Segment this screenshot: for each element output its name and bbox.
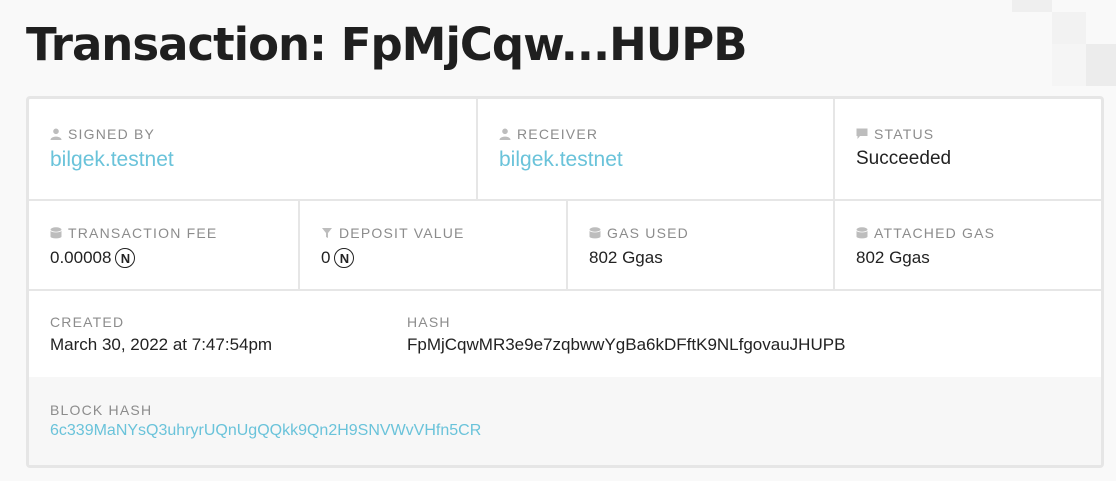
background-decoration xyxy=(1052,44,1086,86)
attached-gas-label: ATTACHED GAS xyxy=(874,225,996,241)
user-icon xyxy=(50,128,62,140)
gas-used-cell: GAS USED 802 Ggas xyxy=(568,199,835,289)
row-created-hash: CREATED March 30, 2022 at 7:47:54pm HASH… xyxy=(29,289,1101,377)
status-label: STATUS xyxy=(874,126,935,142)
user-icon xyxy=(499,128,511,140)
transaction-details-card: SIGNED BY bilgek.testnet RECEIVER bilgek… xyxy=(26,96,1104,468)
block-hash-label: BLOCK HASH xyxy=(50,402,153,418)
page-title: Transaction: FpMjCqw...HUPB xyxy=(26,18,748,71)
near-token-icon: N xyxy=(115,248,136,268)
transaction-fee-label: TRANSACTION FEE xyxy=(68,225,218,241)
row-block-hash: BLOCK HASH 6c339MaNYsQ3uhryrUQnUgQQkk9Qn… xyxy=(29,377,1101,465)
status-value: Succeeded xyxy=(856,148,952,169)
block-hash-link[interactable]: 6c339MaNYsQ3uhryrUQnUgQQkk9Qn2H9SNVWvVHf… xyxy=(50,422,481,440)
comment-icon xyxy=(856,128,868,140)
deposit-value-cell: DEPOSIT VALUE 0 N xyxy=(300,199,568,289)
row-fees: TRANSACTION FEE 0.00008 N DEPOSIT VALUE … xyxy=(29,199,1101,291)
near-token-icon: N xyxy=(334,248,355,268)
block-hash-cell: BLOCK HASH 6c339MaNYsQ3uhryrUQnUgQQkk9Qn… xyxy=(29,377,1101,465)
hash-cell: HASH FpMjCqwMR3e9e7zqbwwYgBa6kDFftK9NLfg… xyxy=(386,289,1101,377)
background-decoration xyxy=(1012,0,1052,12)
gas-used-value: 802 Ggas xyxy=(589,248,663,267)
hash-value: FpMjCqwMR3e9e7zqbwwYgBa6kDFftK9NLfgovauJ… xyxy=(407,335,846,354)
created-value: March 30, 2022 at 7:47:54pm xyxy=(50,335,273,354)
funnel-icon xyxy=(321,227,333,239)
status-cell: STATUS Succeeded xyxy=(835,99,1101,199)
receiver-label: RECEIVER xyxy=(517,126,599,142)
hash-label: HASH xyxy=(407,314,451,330)
receiver-cell: RECEIVER bilgek.testnet xyxy=(478,99,835,199)
signed-by-link[interactable]: bilgek.testnet xyxy=(50,148,174,172)
database-icon xyxy=(50,227,62,239)
attached-gas-cell: ATTACHED GAS 802 Ggas xyxy=(835,199,1101,289)
transaction-fee-value: 0.00008 xyxy=(50,248,112,267)
attached-gas-value: 802 Ggas xyxy=(856,248,930,267)
background-decoration xyxy=(1052,12,1086,44)
signed-by-cell: SIGNED BY bilgek.testnet xyxy=(29,99,478,199)
created-cell: CREATED March 30, 2022 at 7:47:54pm xyxy=(29,289,386,377)
deposit-value: 0 xyxy=(321,248,331,267)
transaction-fee-cell: TRANSACTION FEE 0.00008 N xyxy=(29,199,300,289)
deposit-value-label: DEPOSIT VALUE xyxy=(339,225,465,241)
database-icon xyxy=(589,227,601,239)
background-decoration xyxy=(1086,44,1116,86)
signed-by-label: SIGNED BY xyxy=(68,126,156,142)
gas-used-label: GAS USED xyxy=(607,225,689,241)
receiver-link[interactable]: bilgek.testnet xyxy=(499,148,623,172)
row-accounts: SIGNED BY bilgek.testnet RECEIVER bilgek… xyxy=(29,99,1101,201)
created-label: CREATED xyxy=(50,314,125,330)
database-icon xyxy=(856,227,868,239)
